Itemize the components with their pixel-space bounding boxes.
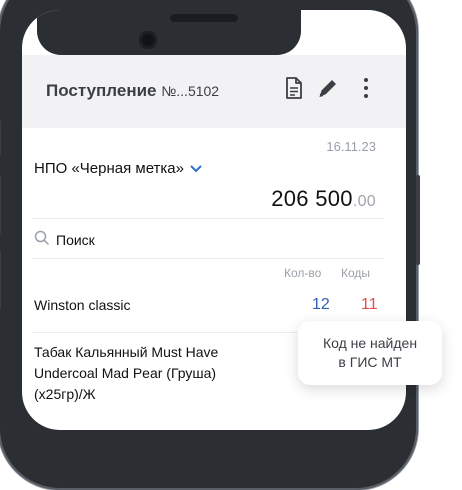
- side-button: [0, 175, 1, 235]
- search-icon: [34, 230, 50, 249]
- side-button: [0, 120, 1, 156]
- title-text: Поступление: [46, 81, 157, 100]
- document-number: №...5102: [161, 83, 220, 99]
- side-button: [0, 250, 1, 310]
- document-icon[interactable]: [280, 75, 306, 101]
- notch-body: [37, 10, 301, 55]
- divider: [32, 218, 384, 219]
- side-button: [416, 175, 420, 265]
- product-qty: 12: [312, 296, 330, 313]
- product-name: Winston classic: [34, 297, 131, 313]
- notch: [22, 10, 406, 55]
- product-codes[interactable]: 11: [361, 296, 378, 314]
- column-header-qty: Кол-во: [284, 266, 322, 280]
- product-name: Табак Кальянный Must Have Undercoal Mad …: [34, 342, 218, 405]
- document-amount: 206 500.00: [271, 186, 376, 212]
- page-title: Поступление №...5102: [46, 81, 219, 101]
- supplier-name: НПО «Черная метка»: [34, 160, 184, 177]
- supplier-selector[interactable]: НПО «Черная метка»: [34, 160, 202, 177]
- chevron-down-icon: [190, 162, 202, 176]
- camera-icon: [139, 31, 157, 49]
- app-header: Поступление №...5102: [22, 55, 406, 128]
- more-vertical-icon[interactable]: [353, 75, 379, 101]
- error-tooltip: Код не найден в ГИС МТ: [298, 321, 442, 385]
- pencil-icon[interactable]: [315, 75, 341, 101]
- search-placeholder: Поиск: [56, 231, 95, 248]
- amount-main: 206 500: [271, 186, 353, 211]
- speaker: [170, 14, 238, 22]
- product-name-line: (x25гр)/Ж: [34, 386, 96, 402]
- tooltip-line: в ГИС МТ: [338, 354, 402, 370]
- divider: [32, 258, 384, 259]
- search-input[interactable]: Поиск: [34, 230, 95, 249]
- amount-cents: .00: [352, 193, 376, 210]
- column-header-codes: Коды: [341, 266, 371, 280]
- product-name-line: Undercoal Mad Pear (Груша): [34, 365, 217, 381]
- document-date: 16.11.23: [326, 139, 376, 154]
- product-name-line: Табак Кальянный Must Have: [34, 344, 219, 360]
- tooltip-line: Код не найден: [322, 335, 418, 351]
